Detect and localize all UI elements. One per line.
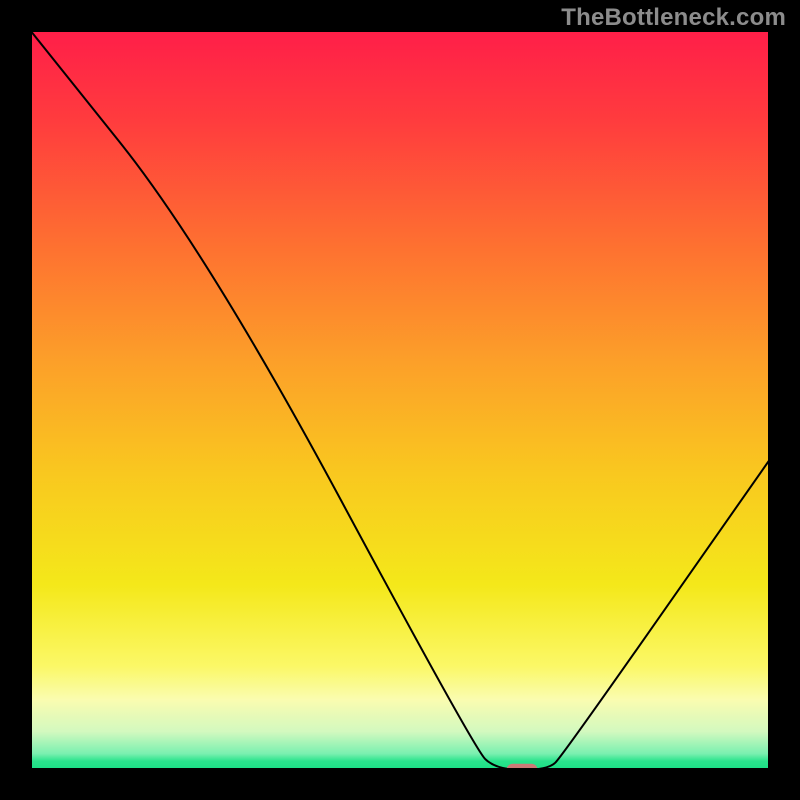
selected-marker [507, 764, 538, 770]
bottleneck-line [30, 30, 770, 770]
watermark-label: TheBottleneck.com [561, 4, 786, 32]
chart-foreground [30, 30, 770, 770]
chart-container: TheBottleneck.com [0, 0, 800, 800]
plot-area [30, 30, 770, 770]
